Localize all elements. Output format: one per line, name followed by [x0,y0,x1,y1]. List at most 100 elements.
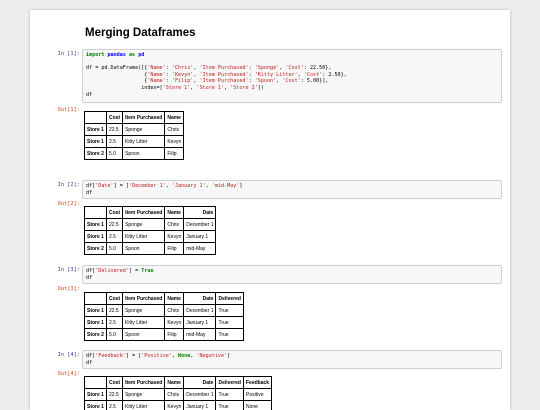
code-token: 'Item Purchased' [200,72,249,78]
row-index: Store 2 [85,329,107,341]
input-prompt: In [2]: [32,182,80,188]
row-index: Store 1 [85,219,107,231]
code-token: ] [239,183,242,189]
code-line: df['Delivered'] = True [86,268,498,275]
code-cell-input[interactable]: df['Delivered'] = Truedf [82,265,502,284]
code-token: 'January 1' [172,183,206,189]
column-header: Item Purchased [123,293,165,305]
table-cell: 22.5 [106,219,122,231]
code-line: {'Name': 'Kevyn', 'Item Purchased': 'Kit… [86,72,498,79]
table-header-row: CostItem PurchasedNameDateDeliveredFeedb… [85,377,272,389]
code-token: 'Positive' [141,353,172,359]
code-token: ] = [ [126,353,141,359]
code-cell-input[interactable]: import pandas as pd​df = pd.DataFrame([{… [82,49,502,103]
table-row: Store 25.0SpoonFilip [85,148,184,160]
table-row: Store 122.5SpongeChrisDecember 1TruePosi… [85,389,272,401]
output-prompt: Out[3]: [32,286,80,292]
table-cell: Kitty Litter [123,317,165,329]
column-header: Name [165,207,184,219]
row-index: Store 1 [85,136,107,148]
code-token: 'Store 1' [196,85,224,91]
table-cell: Kevyn [165,136,184,148]
code-token: df [86,360,92,366]
table-cell: Kitty Litter [123,231,165,243]
code-line: import pandas as pd [86,52,498,59]
table-header-row: CostItem PurchasedNameDateDelivered [85,293,244,305]
code-token: 'Kitty Litter' [255,72,298,78]
code-token: import [86,52,104,58]
column-header: Date [184,207,216,219]
input-prompt: In [3]: [32,267,80,273]
table-cell: Kevyn [165,317,184,329]
index-header-cell [85,377,107,389]
code-token: 'Date' [95,183,113,189]
row-index: Store 1 [85,124,107,136]
row-index: Store 2 [85,243,107,255]
code-line: ​ [86,59,498,66]
output-prompt: Out[4]: [32,371,80,377]
table-cell: 5.0 [106,243,122,255]
table-cell: January 1 [184,231,216,243]
code-token: 'Sponge' [255,65,280,71]
table-cell: Sponge [123,219,165,231]
code-line: df['Date'] = ['December 1', 'January 1',… [86,183,498,190]
code-token: 'Item Purchased' [200,78,249,84]
code-token: 'Store 1' [163,85,191,91]
table-cell: 2.5 [106,231,122,243]
code-token: 'Cost' [304,72,322,78]
row-index: Store 1 [85,389,107,401]
code-line: df [86,360,498,367]
code-token: df[ [86,183,95,189]
table-row: Store 12.5Kitty LitterKevyn [85,136,184,148]
table-cell: Chris [165,124,184,136]
index-header-cell [85,207,107,219]
code-token: ] [227,353,230,359]
table-cell: Sponge [123,305,165,317]
table-cell: True [216,389,244,401]
code-token: 'Negative' [196,353,227,359]
code-token: 'Feedback' [95,353,126,359]
code-token: True [141,268,153,274]
table-cell: Kitty Litter [123,136,165,148]
input-prompt: In [1]: [32,51,80,57]
dataframe-table: CostItem PurchasedNameDateDeliveredStore… [84,292,244,341]
table-cell: True [216,305,244,317]
code-token: : 2.50}, [322,72,347,78]
code-token: None [178,353,190,359]
index-header-cell [85,293,107,305]
code-token: 'Name' [147,72,165,78]
column-header: Name [165,293,184,305]
table-cell: 22.5 [106,305,122,317]
table-cell: 2.5 [106,401,122,410]
table-row: Store 25.0SpoonFilipmid-May [85,243,216,255]
code-line: index=['Store 1', 'Store 1', 'Store 2']) [86,85,498,92]
code-token: 'Cost' [285,65,303,71]
code-token: ] = [ [114,183,129,189]
column-header: Date [184,293,216,305]
table-cell: December 1 [184,389,216,401]
output-prompt: Out[1]: [32,107,80,113]
table-cell: January 1 [184,401,216,410]
code-token: df [86,190,92,196]
table-row: Store 12.5Kitty LitterKevynJanuary 1True… [85,401,272,410]
code-token: : 22.50}, [304,65,332,71]
code-token: df [86,92,92,98]
table-cell: Chris [165,389,184,401]
table-cell: Chris [165,219,184,231]
output-prompt: Out[2]: [32,201,80,207]
table-cell: Spoon [123,243,165,255]
code-line: df [86,92,498,99]
table-cell: Filip [165,148,184,160]
code-cell-input[interactable]: df['Date'] = ['December 1', 'January 1',… [82,180,502,199]
column-header: Cost [106,207,122,219]
table-cell: 22.5 [106,389,122,401]
dataframe-table: CostItem PurchasedNameStore 122.5SpongeC… [84,111,184,160]
table-header-row: CostItem PurchasedName [85,112,184,124]
code-token: df = pd.DataFrame([{ [86,65,147,71]
code-token: 'Delivered' [95,268,129,274]
table-cell: 22.5 [106,124,122,136]
row-index: Store 1 [85,305,107,317]
code-token: 'Cost' [282,78,300,84]
input-prompt: In [4]: [32,352,80,358]
code-cell-input[interactable]: df['Feedback'] = ['Positive', None, 'Neg… [82,350,502,369]
